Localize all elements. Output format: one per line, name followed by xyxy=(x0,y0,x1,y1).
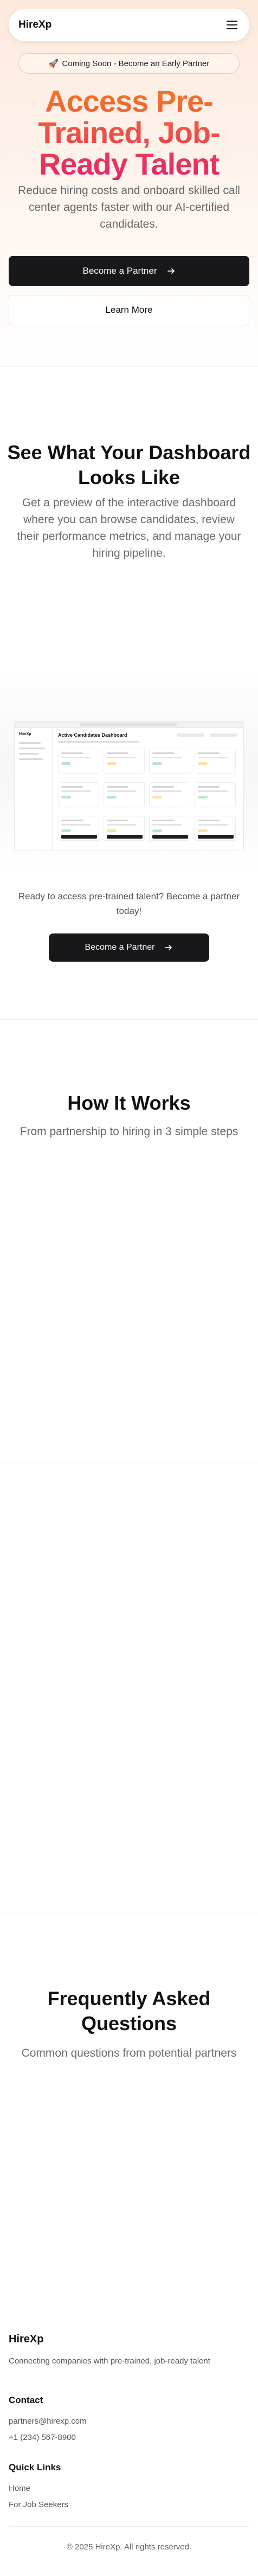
rocket-icon: 🚀 xyxy=(48,59,59,68)
learn-more-button[interactable]: Learn More xyxy=(9,295,249,325)
preview-logo: HireXp xyxy=(19,732,31,736)
become-partner-label-secondary: Become a Partner xyxy=(85,943,155,952)
become-partner-label: Become a Partner xyxy=(82,266,157,276)
footer-link-home[interactable]: Home xyxy=(9,2484,30,2493)
faq-title: Frequently Asked Questions xyxy=(47,1987,211,2034)
learn-more-label: Learn More xyxy=(105,305,153,315)
section-divider xyxy=(0,1019,258,1020)
become-partner-button-secondary[interactable]: Become a Partner xyxy=(49,933,209,962)
footer-inner-divider xyxy=(9,2526,249,2527)
ready-cta-text: Ready to access pre-trained talent? Beco… xyxy=(18,891,240,916)
dashboard-preview-image: HireXp Active Candidates Dashboard xyxy=(14,721,244,851)
footer-description: Connecting companies with pre-trained, j… xyxy=(9,2356,210,2366)
copyright-text: © 2025 HireXp. All rights reserved. xyxy=(66,2542,192,2552)
arrow-right-icon xyxy=(167,268,175,274)
hero-title-line-3: Ready Talent xyxy=(38,147,220,181)
arrow-right-icon xyxy=(165,945,172,950)
browser-bar xyxy=(15,722,243,728)
dashboard-section-title: See What Your Dashboard Looks Like xyxy=(7,441,251,488)
preview-heading: Active Candidates Dashboard xyxy=(58,732,127,738)
hamburger-menu-icon[interactable] xyxy=(227,21,237,29)
badge-text: Coming Soon - Become an Early Partner xyxy=(62,59,210,68)
dashboard-section-subtitle: Get a preview of the interactive dashboa… xyxy=(17,497,241,559)
hero-subtitle: Reduce hiring costs and onboard skilled … xyxy=(18,184,240,230)
top-navbar: HireXp xyxy=(9,9,249,41)
coming-soon-badge: 🚀 Coming Soon - Become an Early Partner xyxy=(18,53,240,74)
how-it-works-subtitle: From partnership to hiring in 3 simple s… xyxy=(20,1125,238,1138)
footer-link-job-seekers[interactable]: For Job Seekers xyxy=(9,2500,68,2509)
hero-title-line-1: Access Pre- xyxy=(45,84,213,118)
how-it-works-title: How It Works xyxy=(67,1092,191,1114)
preview-sidebar: HireXp xyxy=(15,728,53,851)
brand-logo[interactable]: HireXp xyxy=(18,19,51,31)
hero-title-line-2: Trained, Job- xyxy=(38,115,220,150)
hero-title: Access Pre- Trained, Job- Ready Talent xyxy=(0,86,258,180)
footer-logo[interactable]: HireXp xyxy=(9,2333,43,2346)
contact-email-link[interactable]: partners@hirexp.com xyxy=(9,2417,87,2426)
hero-section: HireXp 🚀 Coming Soon - Become an Early P… xyxy=(0,0,258,366)
quick-links-heading: Quick Links xyxy=(9,2462,61,2472)
become-partner-button[interactable]: Become a Partner xyxy=(9,256,249,286)
contact-heading: Contact xyxy=(9,2395,43,2405)
contact-phone-link[interactable]: +1 (234) 567-8900 xyxy=(9,2433,76,2442)
faq-subtitle: Common questions from potential partners xyxy=(21,2047,237,2059)
section-divider xyxy=(0,366,258,367)
